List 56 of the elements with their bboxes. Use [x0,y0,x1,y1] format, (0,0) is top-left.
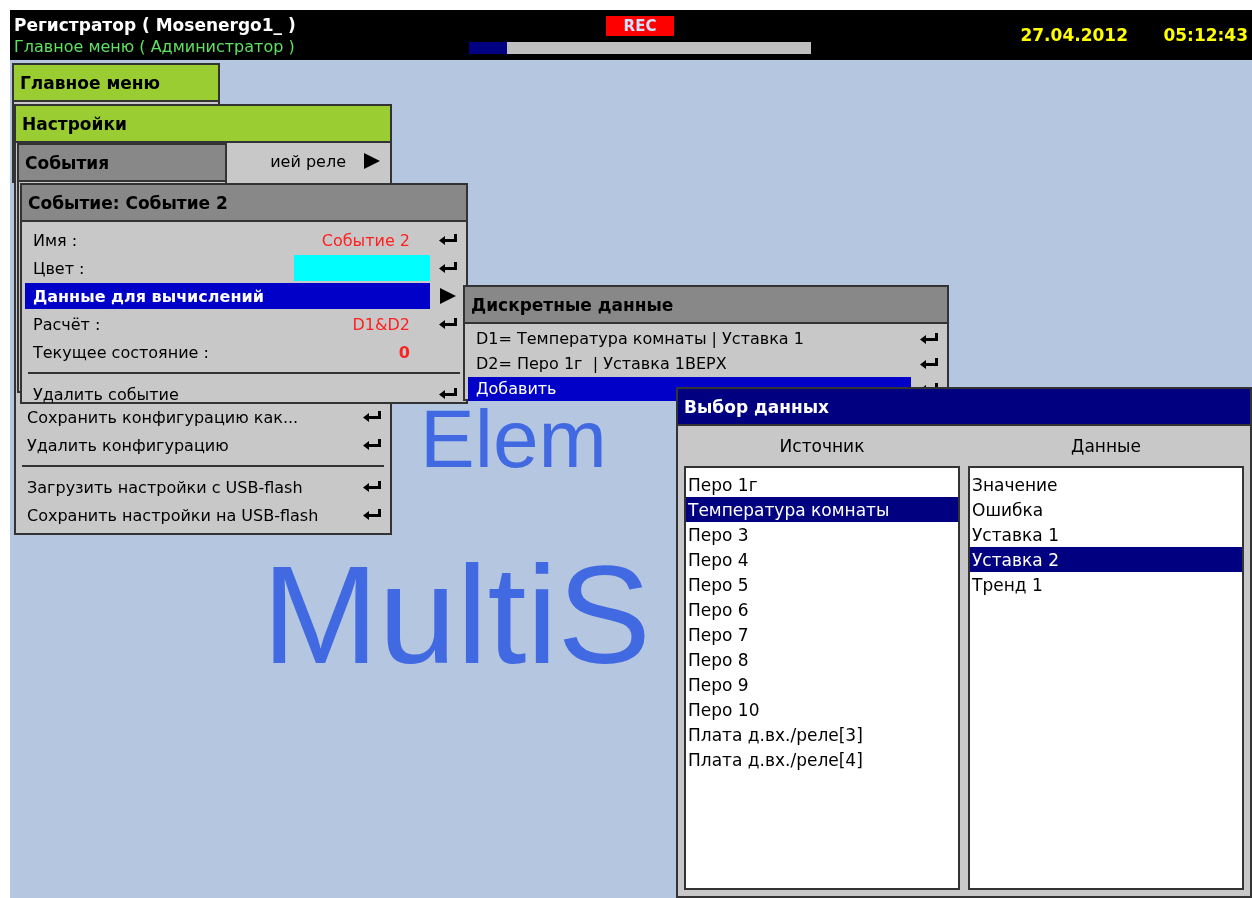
menu-item[interactable]: Цвет : [25,255,430,281]
menu-item[interactable]: D1= Температура комнаты | Уставка 1 [468,326,911,351]
logo-text: MultiS [262,562,651,667]
menu-title: Настройки [16,106,390,143]
menu-item[interactable]: Загрузить настройки с USB-flash [19,474,354,500]
dialog-title: Выбор данных [678,389,1250,426]
list-item[interactable]: Температура комнаты [686,497,958,522]
menu-title: События [19,145,225,182]
list-item[interactable]: Ошибка [970,497,1242,522]
submenu-arrow-icon [440,288,456,304]
menu-item[interactable]: Сохранить настройки на USB-flash [19,502,354,528]
list-item[interactable]: Перо 8 [686,647,958,672]
time-text: 05:12:43 [1163,25,1248,45]
enter-icon [363,439,381,451]
list-item[interactable]: Перо 7 [686,622,958,647]
enter-icon [920,332,938,345]
enter-icon [439,234,457,246]
menu-title: Главное меню [14,65,218,102]
rec-indicator: REC [605,16,675,36]
menu-item[interactable]: Данные для вычислений [25,283,430,309]
list-item[interactable]: Перо 1г [686,472,958,497]
enter-icon [920,357,938,370]
date-text: 27.04.2012 [1020,25,1128,45]
menu-item[interactable]: Удалить конфигурацию [19,432,354,458]
enter-icon [363,411,381,423]
menu-item[interactable]: Расчёт : D1&D2 [25,311,430,337]
window-title: Событие: Событие 2 [22,185,466,222]
list-item[interactable]: Перо 3 [686,522,958,547]
list-item[interactable]: Уставка 2 [970,547,1242,572]
window-title: Регистратор ( Mosenergo1_ ) [14,14,297,35]
list-item[interactable]: Уставка 1 [970,522,1242,547]
list-item[interactable]: Перо 4 [686,547,958,572]
menu-item[interactable]: Текущее состояние : 0 [25,339,430,365]
column-heading: Данные [1070,435,1142,458]
column-heading: Источник [778,435,866,458]
menu-item[interactable]: Сохранить конфигурацию как... [19,404,354,430]
enter-icon [439,388,457,400]
list-item[interactable]: Плата д.вх./реле[4] [686,747,958,772]
submenu-arrow-icon [364,153,380,169]
list-item[interactable]: Перо 9 [686,672,958,697]
list-item[interactable]: Перо 6 [686,597,958,622]
menu-item[interactable]: Имя : Событие 2 [25,227,430,253]
enter-icon [439,262,457,274]
menu-item[interactable]: D2= Перо 1г | Уставка 1ВЕРХ [468,351,911,376]
list-item[interactable]: Перо 5 [686,572,958,597]
menu-path: Главное меню ( Администратор ) [14,36,296,56]
list-item[interactable]: Тренд 1 [970,572,1242,597]
window-title: Дискретные данные [465,287,947,324]
enter-icon [363,481,381,493]
enter-icon [439,318,457,330]
list-item[interactable]: Плата д.вх./реле[3] [686,722,958,747]
menu-item[interactable]: Удалить событие [25,381,430,407]
list-item[interactable]: Перо 10 [686,697,958,722]
logo-text: Elem [420,408,607,470]
list-item[interactable]: Значение [970,472,1242,497]
enter-icon [363,509,381,521]
